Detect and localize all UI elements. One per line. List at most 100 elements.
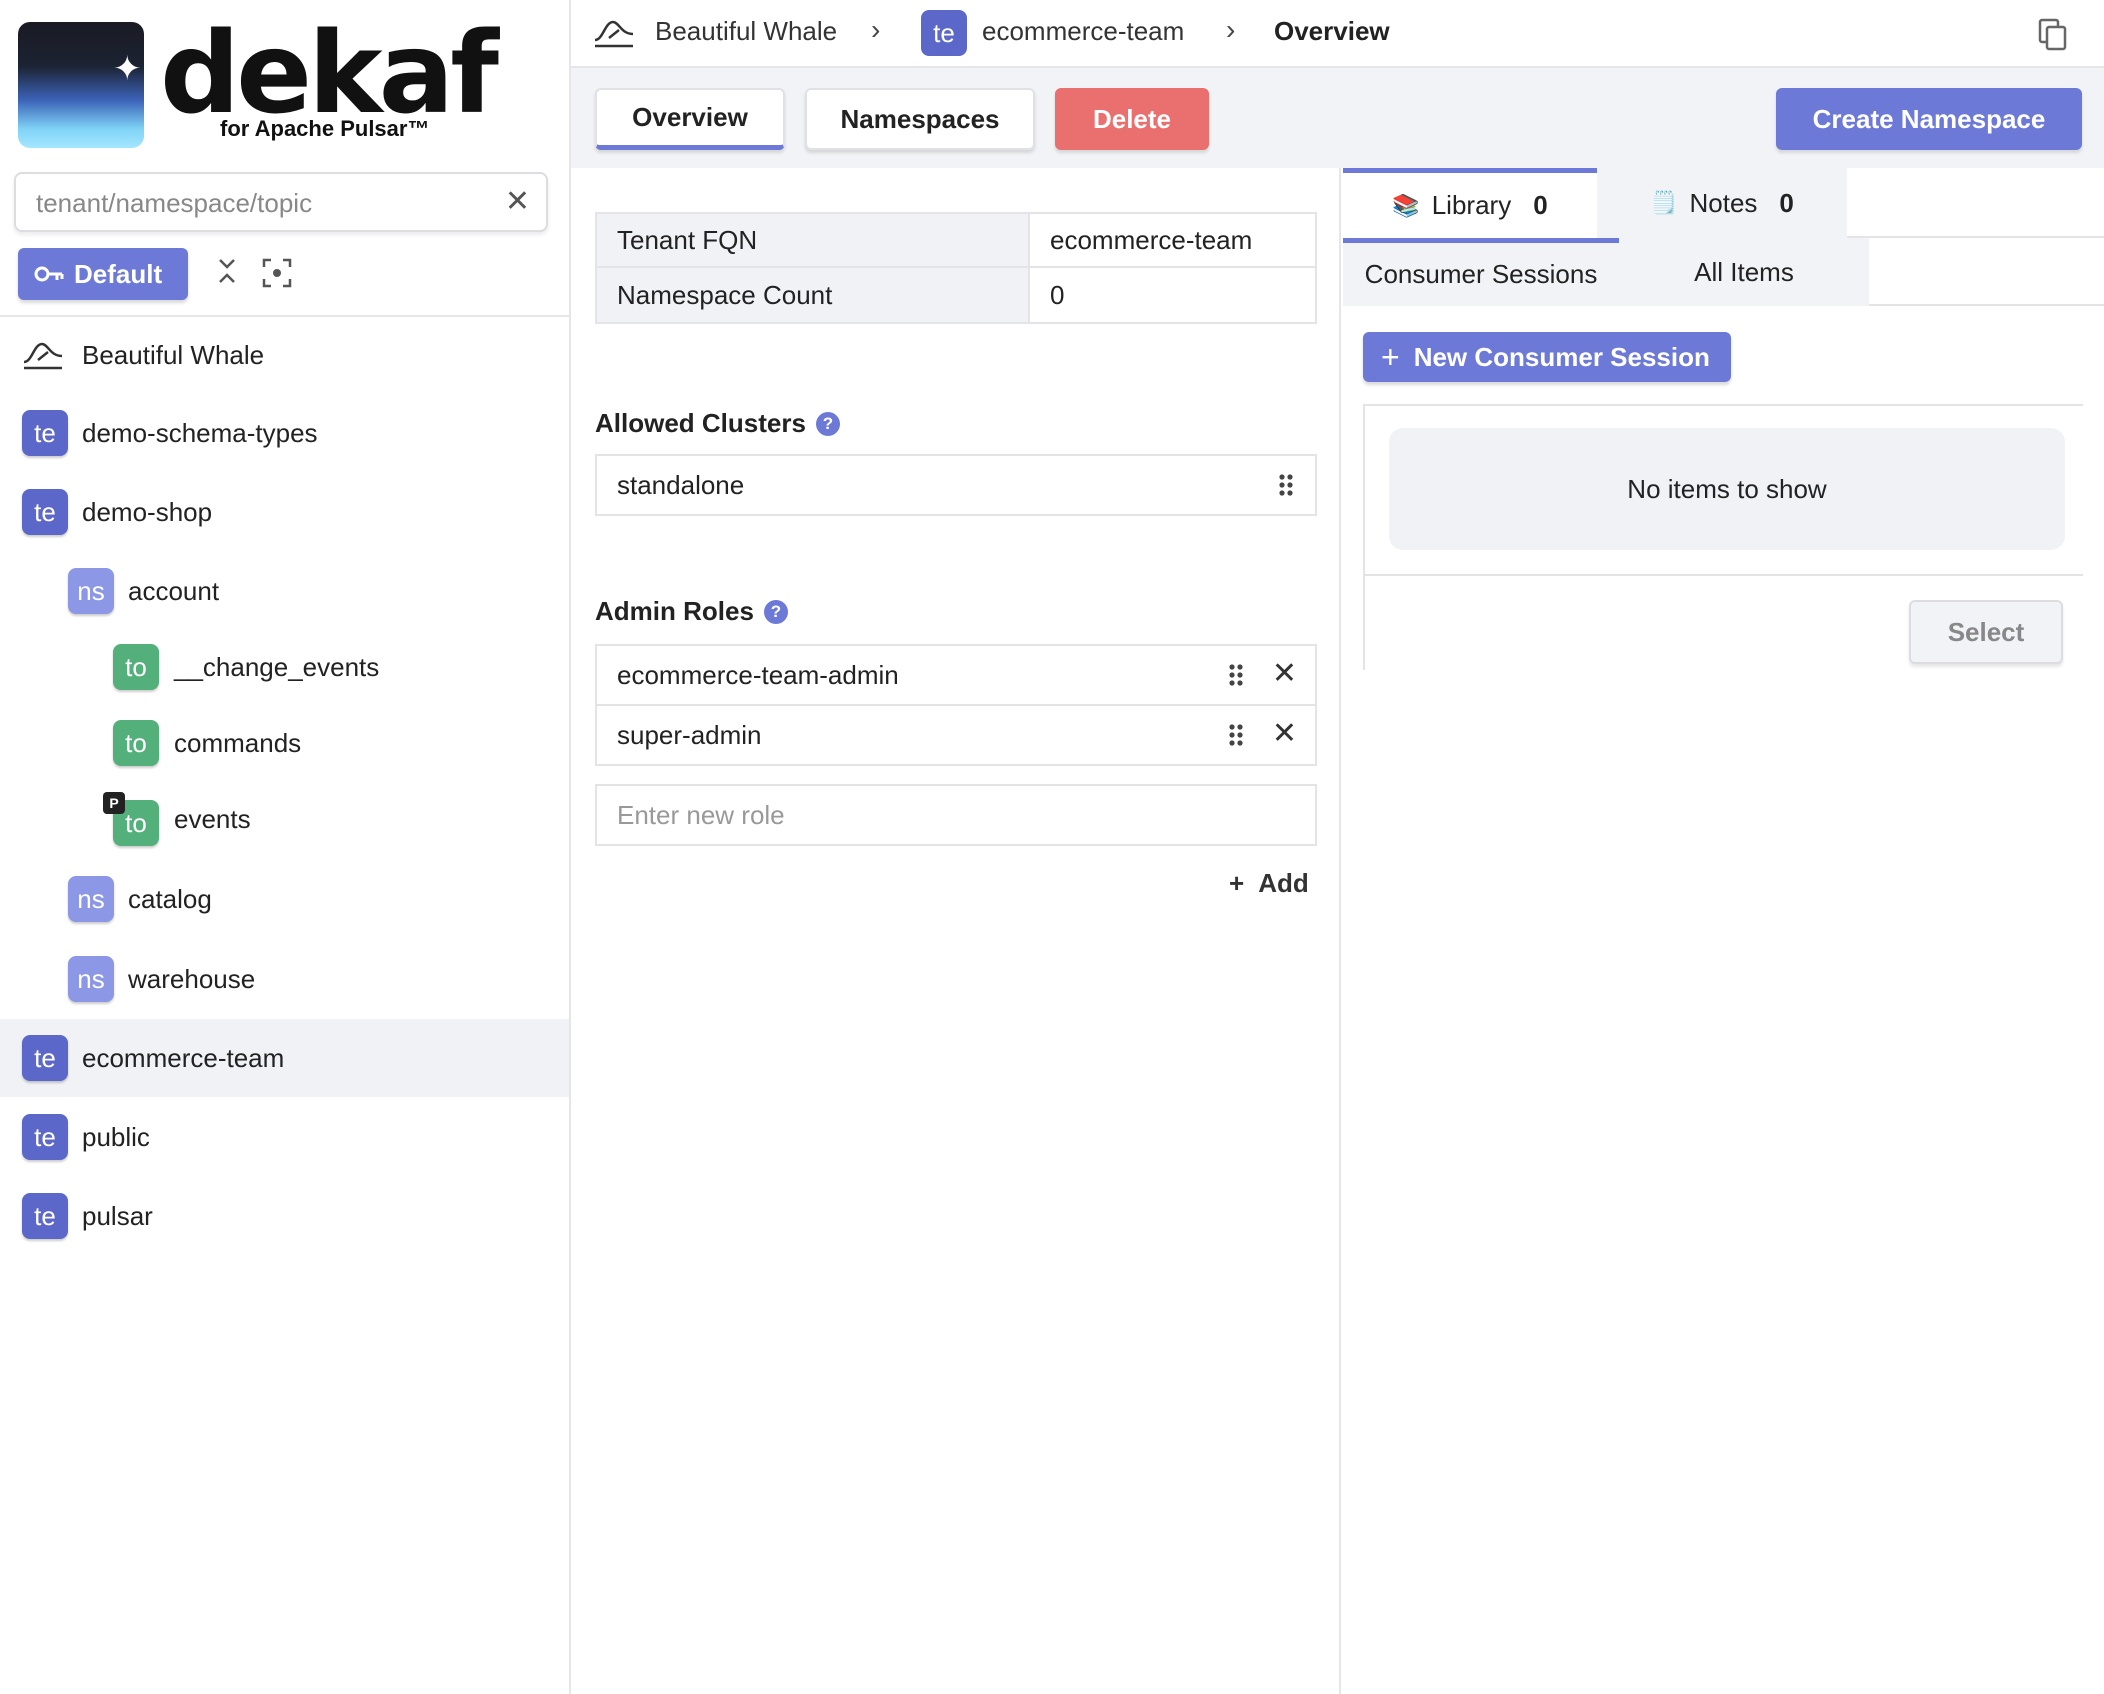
tab-namespaces[interactable]: Namespaces <box>805 88 1035 150</box>
tree-item-label: pulsar <box>82 1200 153 1231</box>
default-button[interactable]: Default <box>18 248 188 300</box>
focus-icon[interactable] <box>262 258 292 288</box>
table-row: Namespace Count 0 <box>597 268 1315 322</box>
instance-wave-icon <box>594 20 634 48</box>
tree-item-namespace[interactable]: ns catalog <box>0 860 569 938</box>
books-icon: 📚 <box>1392 192 1420 218</box>
new-consumer-session-button[interactable]: + New Consumer Session <box>1363 332 1731 382</box>
drag-handle-icon[interactable] <box>1227 722 1245 748</box>
list-item: ecommerce-team-admin ✕ <box>595 644 1317 706</box>
tenant-info-table: Tenant FQN ecommerce-team Namespace Coun… <box>595 212 1317 324</box>
tree-item-label: public <box>82 1121 150 1152</box>
tab-notes-count: 0 <box>1779 187 1794 218</box>
drag-handle-icon[interactable] <box>1277 472 1295 498</box>
tree-item-label: Beautiful Whale <box>82 339 265 370</box>
tenant-badge: te <box>22 489 68 535</box>
admin-roles-heading: Admin Roles ? <box>595 596 788 627</box>
chevron-right-icon: › <box>871 14 881 45</box>
tab-library[interactable]: 📚 Library 0 <box>1343 168 1597 238</box>
remove-role-icon[interactable]: ✕ <box>1272 656 1297 691</box>
persistent-marker: P <box>103 792 125 814</box>
tenant-badge: te <box>22 1035 68 1081</box>
tenant-overview-panel: Tenant FQN ecommerce-team Namespace Coun… <box>571 168 1341 1694</box>
delete-button[interactable]: Delete <box>1055 88 1209 150</box>
tree-item-namespace[interactable]: ns account <box>0 552 569 630</box>
library-panel: 📚 Library 0 🗒️ Notes 0 Consumer Sessions… <box>1343 168 2104 1694</box>
plus-icon: + <box>1229 868 1245 898</box>
remove-role-icon[interactable]: ✕ <box>1272 716 1297 751</box>
divider <box>1363 576 1365 670</box>
help-icon[interactable]: ? <box>763 599 788 624</box>
notepad-icon: 🗒️ <box>1650 190 1678 215</box>
tree-item-label: demo-shop <box>82 496 213 527</box>
tree-item-namespace[interactable]: ns warehouse <box>0 940 569 1018</box>
breadcrumb-current-page: Overview <box>1274 16 1390 46</box>
tree-item-topic[interactable]: to P events <box>0 780 569 858</box>
empty-state-message: No items to show <box>1389 428 2065 550</box>
tree-item-instance[interactable]: Beautiful Whale <box>0 316 569 394</box>
add-role-label: Add <box>1258 868 1309 898</box>
tree-item-label: warehouse <box>128 963 256 994</box>
cluster-name: standalone <box>617 469 745 500</box>
tab-overview[interactable]: Overview <box>595 88 785 150</box>
tree-item-topic[interactable]: to __change_events <box>0 628 569 706</box>
tab-notes[interactable]: 🗒️ Notes 0 <box>1597 168 1847 238</box>
new-role-input[interactable] <box>595 784 1317 846</box>
breadcrumb-instance-link[interactable]: Beautiful Whale <box>655 16 837 47</box>
section-title-text: Allowed Clusters <box>595 408 806 438</box>
tree-item-label: __change_events <box>174 651 380 682</box>
breadcrumb: Beautiful Whale › te ecommerce-team › Ov… <box>571 0 2104 68</box>
role-name: super-admin <box>617 719 762 750</box>
create-namespace-button[interactable]: Create Namespace <box>1776 88 2082 150</box>
help-icon[interactable]: ? <box>815 411 840 436</box>
namespace-badge: ns <box>68 956 114 1002</box>
tab-library-label: Library <box>1431 190 1512 220</box>
tree-item-label: account <box>128 575 220 606</box>
tree-item-tenant[interactable]: te demo-shop <box>0 473 569 551</box>
tree-item-label: catalog <box>128 883 212 914</box>
tab-all-items[interactable]: All Items <box>1619 238 1869 306</box>
sidebar: ✦ dekaf for Apache Pulsar™ ✕ Default Bea… <box>0 0 571 1694</box>
tree-item-label: events <box>174 803 251 834</box>
tab-library-count: 0 <box>1533 190 1548 220</box>
section-title-text: Admin Roles <box>595 596 754 626</box>
collapse-all-icon[interactable] <box>216 256 238 293</box>
copy-icon[interactable] <box>2038 18 2068 52</box>
tree-item-tenant[interactable]: te pulsar <box>0 1177 569 1255</box>
add-role-button[interactable]: + Add <box>1229 868 1309 899</box>
table-row: Tenant FQN ecommerce-team <box>597 214 1315 268</box>
table-value: 0 <box>1050 279 1065 310</box>
allowed-clusters-heading: Allowed Clusters ? <box>595 408 840 439</box>
search-box: ✕ <box>14 172 548 232</box>
breadcrumb-tenant-link[interactable]: ecommerce-team <box>982 16 1184 47</box>
plus-icon: + <box>1381 338 1400 375</box>
namespace-badge: ns <box>68 568 114 614</box>
table-key: Namespace Count <box>597 268 1030 322</box>
tree-item-label: commands <box>174 727 302 758</box>
new-consumer-session-label: New Consumer Session <box>1413 341 1710 372</box>
key-icon <box>34 266 64 282</box>
tree-item-tenant[interactable]: te demo-schema-types <box>0 394 569 472</box>
tenant-badge: te <box>921 10 967 56</box>
tree-item-tenant[interactable]: te public <box>0 1098 569 1176</box>
select-button[interactable]: Select <box>1909 600 2063 664</box>
tree-item-label: demo-schema-types <box>82 417 318 448</box>
tree-item-topic[interactable]: to commands <box>0 704 569 782</box>
tree-item-tenant-selected[interactable]: te ecommerce-team <box>0 1019 569 1097</box>
topic-badge: to <box>113 644 159 690</box>
clear-search-icon[interactable]: ✕ <box>505 184 530 219</box>
tab-notes-label: Notes <box>1689 187 1758 218</box>
logo-icon: ✦ <box>18 22 144 148</box>
tree-item-label: ecommerce-team <box>82 1042 285 1073</box>
table-value: ecommerce-team <box>1050 224 1253 255</box>
search-input[interactable] <box>36 184 496 222</box>
tab-consumer-sessions[interactable]: Consumer Sessions <box>1343 238 1619 306</box>
toolbar: Overview Namespaces Delete Create Namesp… <box>571 68 2104 168</box>
drag-handle-icon[interactable] <box>1227 662 1245 688</box>
tenant-badge: te <box>22 410 68 456</box>
tenant-badge: te <box>22 1114 68 1160</box>
logo-subtitle: for Apache Pulsar™ <box>220 116 430 141</box>
default-button-label: Default <box>74 258 163 289</box>
list-item: standalone <box>595 454 1317 516</box>
chevron-right-icon: › <box>1226 14 1236 45</box>
